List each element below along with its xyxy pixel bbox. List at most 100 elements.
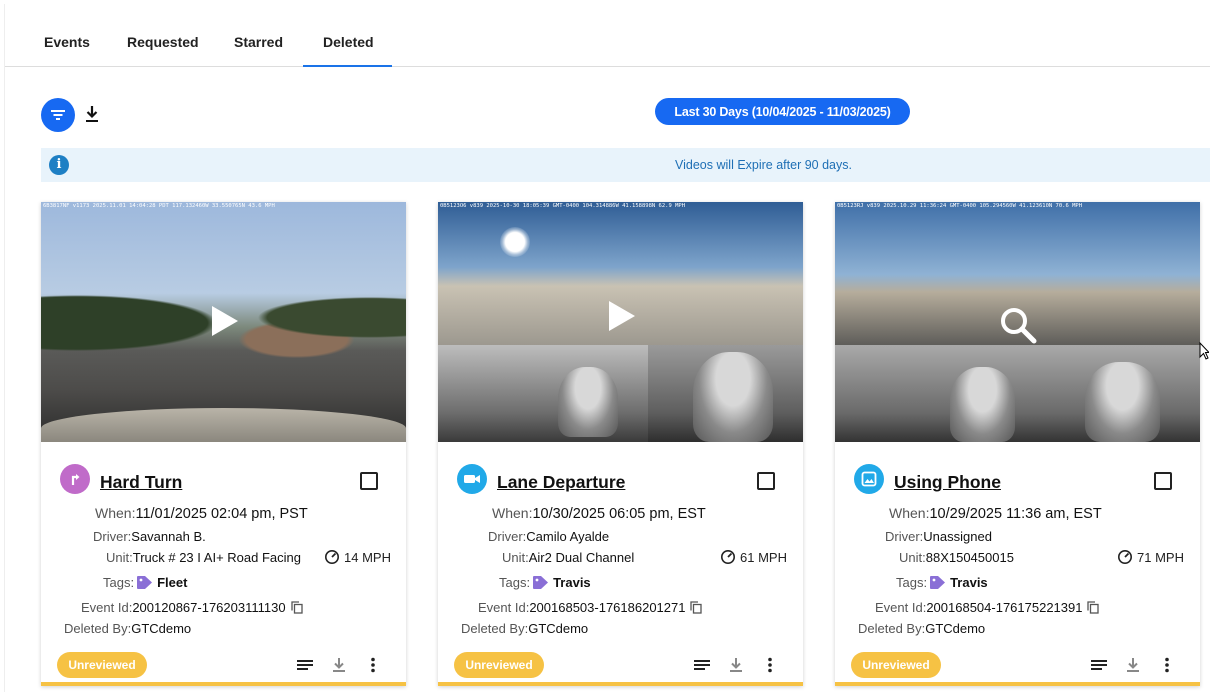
unit-value: Truck # 23 I AI+ Road Facing <box>132 550 301 565</box>
info-message: Videos will Expire after 90 days. <box>675 158 852 172</box>
video-camera-icon <box>457 464 487 494</box>
copy-icon[interactable] <box>690 601 703 614</box>
speedometer-icon <box>325 550 339 564</box>
speed: 61 MPH <box>720 549 787 565</box>
filter-icon <box>51 110 65 120</box>
when-value: 10/29/2025 11:36 am, EST <box>929 506 1102 522</box>
turn-arrow-icon <box>60 464 90 494</box>
download-icon[interactable] <box>83 104 101 124</box>
camera-stamp: 6B3817NF v1173 2025.11.01 14:04:28 PDT 1… <box>43 203 275 209</box>
tag-value[interactable]: Travis <box>950 575 988 590</box>
more-options-icon[interactable] <box>1158 656 1176 674</box>
copy-icon[interactable] <box>290 601 303 614</box>
tag-icon <box>137 576 153 589</box>
event-video-thumbnail[interactable]: 6B3817NF v1173 2025.11.01 14:04:28 PDT 1… <box>41 202 406 442</box>
select-checkbox[interactable] <box>1154 472 1172 490</box>
unit-label: Unit: <box>502 550 529 565</box>
deleted-by-value: GTCdemo <box>528 621 589 636</box>
deleted-by-label: Deleted By: <box>461 621 529 636</box>
tab-starred[interactable]: Starred <box>234 34 283 50</box>
tags-row: Tags: Travis <box>499 575 591 590</box>
when-row: When:10/29/2025 11:36 am, EST <box>889 505 1102 522</box>
deleted-by-label: Deleted By: <box>64 621 132 636</box>
event-card: 0B5123O6 v839 2025-10-30 18:05:39 GMT-04… <box>438 202 803 686</box>
copy-icon[interactable] <box>1087 601 1100 614</box>
tab-events[interactable]: Events <box>44 34 90 50</box>
notes-icon[interactable] <box>1090 656 1108 674</box>
unit-value: 88X150450015 <box>925 550 1014 565</box>
when-row: When:10/30/2025 06:05 pm, EST <box>492 505 706 522</box>
status-badge: Unreviewed <box>57 652 147 678</box>
more-options-icon[interactable] <box>364 656 382 674</box>
when-label: When: <box>889 505 930 521</box>
event-id-label: Event Id: <box>478 600 530 615</box>
event-id-value: 200168504-176175221391 <box>926 600 1083 615</box>
filter-button[interactable] <box>41 98 75 132</box>
speedometer-icon <box>721 550 735 564</box>
driver-row: Driver:Savannah B. <box>93 529 206 544</box>
tag-value[interactable]: Fleet <box>157 575 187 590</box>
event-card: 6B3817NF v1173 2025.11.01 14:04:28 PDT 1… <box>41 202 406 686</box>
deleted-by-row: Deleted By:GTCdemo <box>858 621 985 636</box>
notes-icon[interactable] <box>693 656 711 674</box>
select-checkbox[interactable] <box>360 472 378 490</box>
driver-label: Driver: <box>93 529 132 544</box>
tab-bar: Events Requested Starred Deleted <box>5 4 1210 67</box>
speed-value: 61 MPH <box>740 549 787 565</box>
download-icon[interactable] <box>1124 656 1142 674</box>
search-icon[interactable] <box>998 305 1038 345</box>
event-id-value: 200120867-176203111130 <box>132 600 286 615</box>
driver-label: Driver: <box>885 529 924 544</box>
when-row: When:11/01/2025 02:04 pm, PST <box>95 505 308 522</box>
speed: 14 MPH <box>324 549 391 565</box>
tags-row: Tags: Travis <box>896 575 988 590</box>
deleted-by-value: GTCdemo <box>131 621 192 636</box>
mouse-cursor-icon <box>1199 342 1209 360</box>
event-id-row: Event Id:200168503-176186201271 <box>478 600 703 615</box>
tag-icon <box>930 576 946 589</box>
play-icon[interactable] <box>211 306 238 336</box>
download-icon[interactable] <box>330 656 348 674</box>
select-checkbox[interactable] <box>757 472 775 490</box>
driver-value: Savannah B. <box>131 529 206 544</box>
more-options-icon[interactable] <box>761 656 779 674</box>
unit-value: Air2 Dual Channel <box>528 550 635 565</box>
tag-icon <box>533 576 549 589</box>
info-banner: i Videos will Expire after 90 days. <box>41 148 1210 182</box>
speed-value: 14 MPH <box>344 549 391 565</box>
event-id-row: Event Id:200120867-176203111130 <box>81 600 303 615</box>
play-icon[interactable] <box>608 300 635 331</box>
tags-label: Tags: <box>896 575 928 590</box>
unit-label: Unit: <box>899 550 926 565</box>
speed-value: 71 MPH <box>1137 549 1184 565</box>
tab-requested[interactable]: Requested <box>127 34 199 50</box>
driver-row: Driver:Camilo Ayalde <box>488 529 609 544</box>
events-page: Events Requested Starred Deleted Last 30… <box>4 4 1210 692</box>
download-icon[interactable] <box>727 656 745 674</box>
event-card: 0B5123RJ v839 2025.10.29 11:36:24 GMT-04… <box>835 202 1200 686</box>
event-video-thumbnail[interactable]: 0B5123RJ v839 2025.10.29 11:36:24 GMT-04… <box>835 202 1200 442</box>
active-tab-indicator <box>303 65 392 67</box>
speed: 71 MPH <box>1117 549 1184 565</box>
status-badge: Unreviewed <box>454 652 544 678</box>
event-video-thumbnail[interactable]: 0B5123O6 v839 2025-10-30 18:05:39 GMT-04… <box>438 202 803 442</box>
notes-icon[interactable] <box>296 656 314 674</box>
event-id-label: Event Id: <box>81 600 133 615</box>
event-title[interactable]: Using Phone <box>894 472 1001 493</box>
when-label: When: <box>95 505 136 521</box>
deleted-by-row: Deleted By:GTCdemo <box>64 621 191 636</box>
tab-deleted[interactable]: Deleted <box>323 34 374 50</box>
event-id-row: Event Id:200168504-176175221391 <box>875 600 1100 615</box>
unit-row: Unit:Truck # 23 I AI+ Road Facing <box>106 550 301 565</box>
image-icon <box>854 464 884 494</box>
deleted-by-row: Deleted By:GTCdemo <box>461 621 588 636</box>
driver-value: Camilo Ayalde <box>526 529 610 544</box>
tag-value[interactable]: Travis <box>553 575 591 590</box>
driver-label: Driver: <box>488 529 527 544</box>
camera-stamp: 0B5123RJ v839 2025.10.29 11:36:24 GMT-04… <box>837 203 1083 209</box>
event-title[interactable]: Lane Departure <box>497 472 625 493</box>
status-badge: Unreviewed <box>851 652 941 678</box>
event-title[interactable]: Hard Turn <box>100 472 182 493</box>
date-range-button[interactable]: Last 30 Days (10/04/2025 - 11/03/2025) <box>655 98 910 125</box>
when-value: 10/30/2025 06:05 pm, EST <box>532 506 706 522</box>
